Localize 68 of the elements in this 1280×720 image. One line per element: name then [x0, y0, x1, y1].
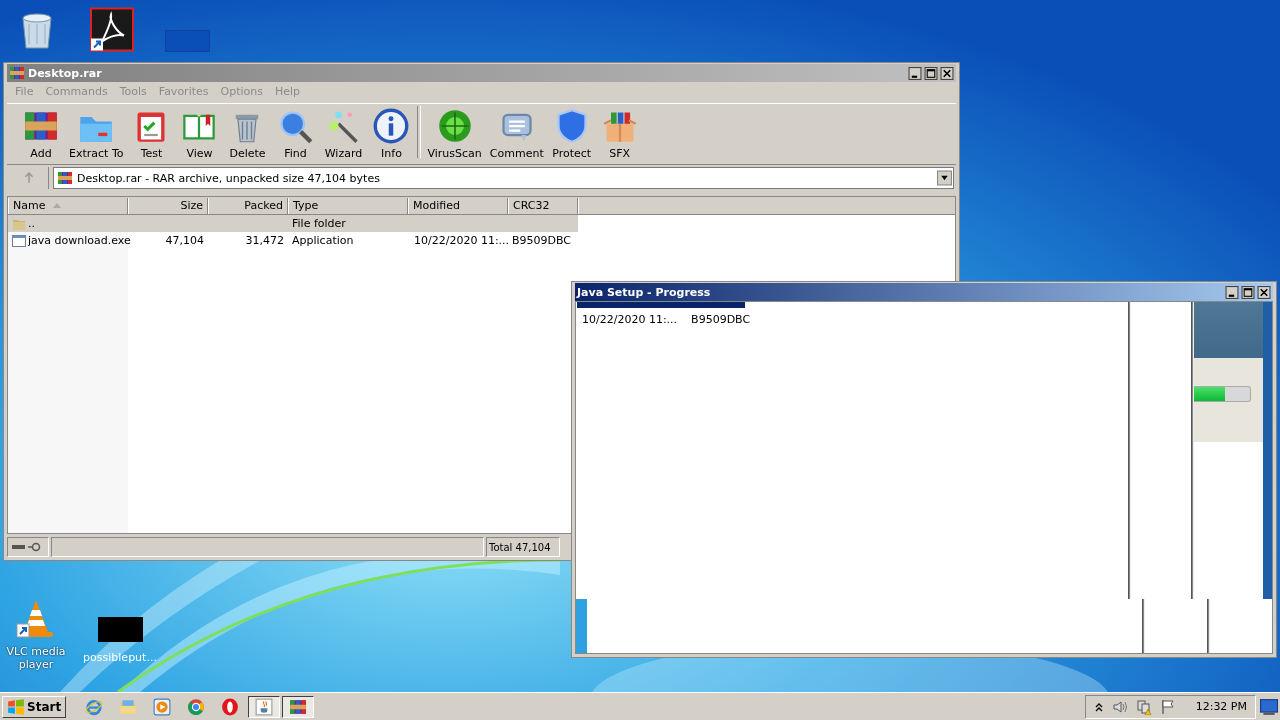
- toolbar-button[interactable]: Protect: [547, 108, 596, 160]
- toolbar-button[interactable]: Extract To: [65, 108, 128, 160]
- clock[interactable]: 12:32 PM: [1195, 700, 1247, 713]
- up-arrow-icon: [22, 172, 35, 184]
- toolbar-button[interactable]: Find: [271, 108, 320, 160]
- toolbar-button[interactable]: SFX: [595, 108, 644, 160]
- start-button[interactable]: Start: [2, 695, 67, 718]
- address-field[interactable]: Desktop.rar - RAR archive, unpacked size 47,104 bytes: [53, 167, 954, 189]
- info-icon: [373, 108, 410, 144]
- column-header[interactable]: Type: [288, 197, 408, 214]
- window-title: Java Setup - Progress: [577, 285, 712, 299]
- column-header[interactable]: CRC32: [508, 197, 578, 214]
- taskbar-button[interactable]: [248, 695, 281, 718]
- close-button[interactable]: [1257, 285, 1271, 299]
- play-icon: [153, 697, 172, 716]
- archive-icon: [9, 65, 25, 81]
- toolbar-button[interactable]: Info: [367, 108, 416, 160]
- opera-icon: [221, 697, 240, 716]
- show-desktop-button[interactable]: [1260, 698, 1278, 715]
- toolbar-button[interactable]: Add: [17, 108, 65, 160]
- folder-icon: [119, 697, 138, 716]
- table-cell: 10/22/2020 11:...: [582, 313, 678, 326]
- status-total: Total 47,104: [486, 537, 560, 557]
- archive-icon: [289, 697, 308, 716]
- minimize-button[interactable]: [1225, 285, 1239, 299]
- column-header[interactable]: Name: [8, 197, 128, 214]
- toolbar-button[interactable]: Comment: [485, 108, 548, 160]
- table-cell: B9509DBC: [512, 234, 572, 247]
- archive-icon: [57, 170, 73, 186]
- sort-arrow-icon: [53, 203, 62, 208]
- toolbar-button[interactable]: VirusScan: [423, 108, 486, 160]
- column-header[interactable]: Modified: [408, 197, 508, 214]
- speaker-icon[interactable]: [1111, 698, 1128, 715]
- dropdown-button[interactable]: [937, 170, 952, 186]
- drive-key-icon: [11, 542, 43, 552]
- toolbar-button[interactable]: Wizard: [319, 108, 368, 160]
- column-header[interactable]: Packed: [208, 197, 288, 214]
- find-icon: [277, 108, 314, 144]
- stray-panel: [576, 599, 587, 653]
- toolbar-button[interactable]: Test: [127, 108, 176, 160]
- application-icon: [12, 233, 26, 248]
- maximize-button[interactable]: [1241, 285, 1255, 299]
- table-cell: java download.exe: [28, 234, 131, 247]
- java-cup-icon: [255, 697, 274, 716]
- chrome-icon: [187, 697, 206, 716]
- table-cell: B9509DBC: [691, 313, 751, 326]
- table-cell: 47,104: [165, 234, 204, 247]
- table-cell: File folder: [292, 217, 346, 230]
- taskbar-button[interactable]: [282, 695, 315, 718]
- network-warning-icon[interactable]: [1135, 698, 1152, 715]
- table-cell: 10/22/2020 11:...: [414, 234, 510, 247]
- thumbnail-icon[interactable]: [97, 617, 143, 642]
- table-cell: Application: [292, 234, 354, 247]
- minimize-button[interactable]: [908, 66, 922, 80]
- selected-row[interactable]: .. File folder: [8, 215, 578, 232]
- flag-icon[interactable]: [1159, 698, 1176, 715]
- window-title: Desktop.rar: [28, 66, 103, 80]
- maximize-button[interactable]: [924, 66, 938, 80]
- toolbar-button[interactable]: Delete: [223, 108, 272, 160]
- column-header[interactable]: Size: [128, 197, 208, 214]
- browser-e-icon: [85, 697, 104, 716]
- close-button[interactable]: [940, 66, 954, 80]
- windows-logo-icon: [7, 697, 25, 716]
- pdf-icon[interactable]: [90, 7, 134, 52]
- virus-icon: [436, 108, 473, 144]
- table-cell: ..: [28, 217, 35, 230]
- table-cell: 31,472: [245, 234, 284, 247]
- toolbar-button[interactable]: View: [175, 108, 224, 160]
